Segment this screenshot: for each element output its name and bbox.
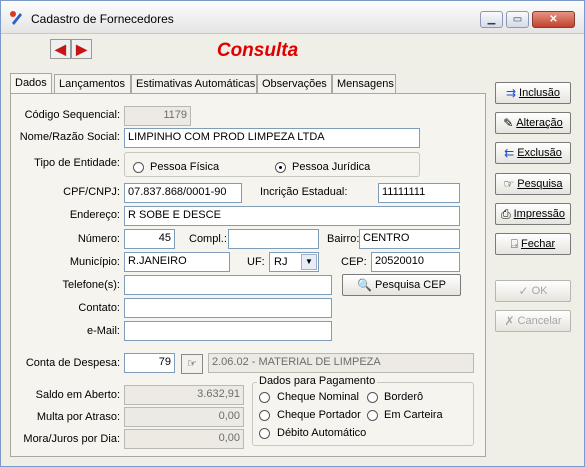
pessoa-fisica-label: Pessoa Física	[150, 161, 220, 173]
mode-title: Consulta	[216, 40, 299, 61]
saldo-label: Saldo em Aberto:	[35, 389, 120, 401]
tab-lancamentos[interactable]: Lançamentos	[54, 74, 131, 94]
endereco-field[interactable]: R SOBE E DESCE	[124, 206, 460, 226]
conta-lookup-button[interactable]: ☞	[181, 354, 203, 374]
numero-label: Número:	[77, 233, 120, 245]
cpf-label: CPF/CNPJ:	[63, 186, 120, 198]
close-button[interactable]: ✕	[532, 11, 575, 28]
pessoa-fisica-radio[interactable]	[133, 162, 144, 173]
codigo-label: Código Sequencial:	[24, 109, 120, 121]
search-person-icon: 🔍	[357, 278, 372, 293]
pesquisa-button[interactable]: ☞ Pesquisa	[495, 173, 571, 195]
bordero-radio[interactable]	[367, 392, 378, 403]
pesquisa-label: Pesquisa	[517, 178, 563, 191]
impressao-label: Impressão	[513, 208, 565, 221]
compl-field[interactable]	[228, 229, 319, 249]
pagamento-title: Dados para Pagamento	[257, 375, 378, 387]
compl-label: Compl.:	[189, 233, 227, 245]
fechar-button[interactable]: ⍈ Fechar	[495, 233, 571, 255]
uf-select[interactable]: RJ ▼	[269, 252, 319, 272]
alteracao-label: Alteração	[516, 117, 563, 130]
endereco-label: Endereço:	[69, 209, 120, 221]
numero-field[interactable]: 45	[124, 229, 175, 249]
cheque-portador-label: Cheque Portador	[277, 409, 361, 421]
ie-label: Incrição Estadual:	[260, 186, 348, 198]
conta-label: Conta de Despesa:	[25, 357, 120, 369]
multa-field: 0,00	[124, 407, 244, 427]
cheque-nominal-label: Cheque Nominal	[277, 391, 359, 403]
debito-automatico-radio[interactable]	[259, 428, 270, 439]
tipo-entidade-label: Tipo de Entidade:	[34, 157, 120, 169]
alteracao-button[interactable]: ✎ Alteração	[495, 112, 571, 134]
tab-mensagens[interactable]: Mensagens	[332, 74, 396, 94]
bairro-field[interactable]: CENTRO	[359, 229, 460, 249]
telefone-field[interactable]	[124, 275, 332, 295]
add-record-icon: ⇉	[505, 86, 517, 101]
exclusao-button[interactable]: ⇇ Exclusão	[495, 142, 571, 164]
em-carteira-label: Em Carteira	[384, 409, 443, 421]
email-field[interactable]	[124, 321, 332, 341]
nome-field[interactable]: LIMPINHO COM PROD LIMPEZA LTDA	[124, 128, 420, 148]
cancel-x-icon: ✗	[504, 314, 515, 329]
exclusao-label: Exclusão	[517, 147, 562, 160]
tab-observacoes[interactable]: Observações	[257, 74, 332, 94]
municipio-field[interactable]: R.JANEIRO	[124, 252, 230, 272]
bairro-label: Bairro:	[327, 233, 360, 245]
mora-label: Mora/Juros por Dia:	[23, 433, 120, 445]
printer-icon: ⎙	[501, 207, 511, 222]
telefone-label: Telefone(s):	[62, 279, 120, 291]
minimize-button[interactable]: ▁	[480, 11, 503, 28]
tab-dados[interactable]: Dados	[10, 73, 52, 95]
contato-field[interactable]	[124, 298, 332, 318]
cep-field[interactable]: 20520010	[371, 252, 460, 272]
cheque-portador-radio[interactable]	[259, 410, 270, 421]
codigo-field: 1179	[124, 106, 191, 126]
pointing-hand-icon: ☞	[187, 358, 197, 370]
fechar-label: Fechar	[520, 238, 556, 251]
title-bar: Cadastro de Fornecedores ▁ ▭ ✕	[1, 1, 584, 34]
maximize-button[interactable]: ▭	[506, 11, 529, 28]
impressao-button[interactable]: ⎙ Impressão	[495, 203, 571, 225]
cancelar-button[interactable]: ✗ Cancelar	[495, 310, 571, 332]
inclusao-button[interactable]: ⇉ Inclusão	[495, 82, 571, 104]
exit-door-icon: ⍈	[510, 237, 518, 252]
app-icon	[10, 11, 22, 25]
uf-label: UF:	[247, 256, 265, 268]
edit-document-icon: ✎	[503, 116, 514, 131]
main-window: Cadastro de Fornecedores ▁ ▭ ✕ ◀ ▶ Consu…	[0, 0, 585, 467]
ie-field[interactable]: 11111111	[378, 183, 460, 203]
cep-label: CEP:	[341, 256, 367, 268]
pesquisa-cep-button[interactable]: 🔍 Pesquisa CEP	[342, 274, 461, 296]
pesquisa-cep-label: Pesquisa CEP	[375, 279, 446, 292]
chevron-down-icon: ▼	[301, 254, 317, 270]
mora-field: 0,00	[124, 429, 244, 449]
em-carteira-radio[interactable]	[367, 410, 378, 421]
conta-field[interactable]: 79	[124, 353, 175, 373]
checkmark-icon: ✓	[518, 284, 529, 299]
inclusao-label: Inclusão	[519, 87, 561, 100]
nome-label: Nome/Razão Social:	[19, 131, 120, 143]
municipio-label: Município:	[69, 256, 120, 268]
contato-label: Contato:	[78, 302, 120, 314]
pessoa-juridica-radio[interactable]	[275, 162, 286, 173]
window-title: Cadastro de Fornecedores	[31, 12, 174, 26]
delete-record-icon: ⇇	[504, 146, 515, 161]
uf-value: RJ	[274, 256, 288, 268]
multa-label: Multa por Atraso:	[36, 411, 120, 423]
pessoa-juridica-label: Pessoa Jurídica	[292, 161, 371, 173]
cheque-nominal-radio[interactable]	[259, 392, 270, 403]
search-icon: ☞	[503, 177, 515, 192]
cancelar-label: Cancelar	[517, 315, 562, 328]
debito-automatico-label: Débito Automático	[277, 427, 367, 439]
tab-estimativas[interactable]: Estimativas Automáticas	[131, 74, 257, 94]
ok-label: OK	[531, 285, 548, 298]
saldo-field: 3.632,91	[124, 385, 244, 405]
ok-button[interactable]: ✓ OK	[495, 280, 571, 302]
bordero-label: Borderô	[384, 391, 424, 403]
email-label: e-Mail:	[86, 325, 120, 337]
conta-descricao-field: 2.06.02 - MATERIAL DE LIMPEZA	[208, 353, 474, 373]
cpf-field[interactable]: 07.837.868/0001-90	[124, 183, 242, 203]
